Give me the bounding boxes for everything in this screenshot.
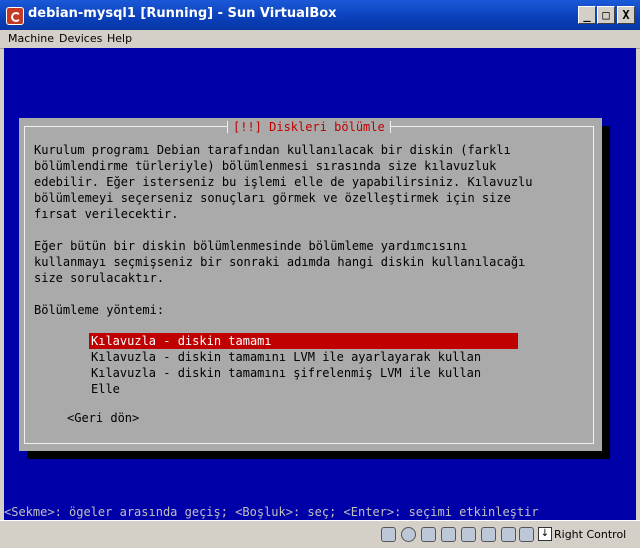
keyboard-hint-line: <Sekme>: ögeler arasında geçiş; <Boşluk>…	[4, 505, 539, 519]
usb-icon[interactable]	[461, 527, 476, 542]
option-guided-encrypted-lvm[interactable]: Kılavuzla - diskin tamamını şifrelenmiş …	[89, 365, 483, 381]
paragraph1-line: bölümlemeyi seçerseniz sonuçları görmek …	[34, 191, 511, 205]
host-key-label: Right Control	[554, 528, 627, 541]
paragraph2-line: size sorulacaktır.	[34, 271, 165, 285]
partition-method-prompt: Bölümleme yöntemi:	[34, 303, 165, 317]
vm-console-screen[interactable]: [!!] Diskleri bölümle Kurulum programı D…	[4, 48, 636, 520]
option-guided-lvm[interactable]: Kılavuzla - diskin tamamını LVM ile ayar…	[89, 349, 483, 365]
virtualbox-app-icon[interactable]	[6, 7, 24, 25]
cd-drive-icon[interactable]	[401, 527, 416, 542]
mouse-capture-arrow-icon[interactable]: ↓	[538, 527, 552, 541]
window-title-bar[interactable]: debian-mysql1 [Running] - Sun VirtualBox…	[0, 0, 640, 30]
minimize-button[interactable]: _	[578, 6, 596, 24]
paragraph1-line: Kurulum programı Debian tarafından kulla…	[34, 143, 511, 157]
hard-disk-icon[interactable]	[381, 527, 396, 542]
network-icon[interactable]	[441, 527, 456, 542]
go-back-button[interactable]: <Geri dön>	[67, 410, 139, 426]
floppy-icon[interactable]	[421, 527, 436, 542]
option-guided-entire-disk[interactable]: Kılavuzla - diskin tamamı	[89, 333, 518, 349]
paragraph2-line: Eğer bütün bir diskin bölümlenmesinde bö…	[34, 239, 468, 253]
menu-help[interactable]: Help	[107, 32, 132, 45]
option-manual[interactable]: Elle	[89, 381, 122, 397]
window-title: debian-mysql1 [Running] - Sun VirtualBox	[28, 6, 337, 21]
partition-dialog: [!!] Diskleri bölümle Kurulum programı D…	[19, 118, 602, 451]
shared-folder-icon[interactable]	[481, 527, 496, 542]
menu-devices[interactable]: Devices	[59, 32, 102, 45]
display-icon[interactable]	[501, 527, 516, 542]
paragraph1-line: edebilir. Eğer isterseniz bu işlemi elle…	[34, 175, 533, 189]
vm-status-bar: ↓ Right Control	[0, 520, 640, 548]
menu-bar: Machine Devices Help	[0, 30, 640, 49]
virtualization-icon[interactable]	[519, 527, 534, 542]
paragraph1-line: fırsat verilecektir.	[34, 207, 179, 221]
dialog-title: [!!] Diskleri bölümle	[227, 119, 391, 135]
paragraph1-line: bölümlendirme türleriyle) bölümlenmesi s…	[34, 159, 497, 173]
paragraph2-line: kullanmayı seçmişseniz bir sonraki adımd…	[34, 255, 526, 269]
menu-machine[interactable]: Machine	[8, 32, 54, 45]
close-button[interactable]: X	[617, 6, 635, 24]
maximize-button[interactable]: □	[597, 6, 615, 24]
